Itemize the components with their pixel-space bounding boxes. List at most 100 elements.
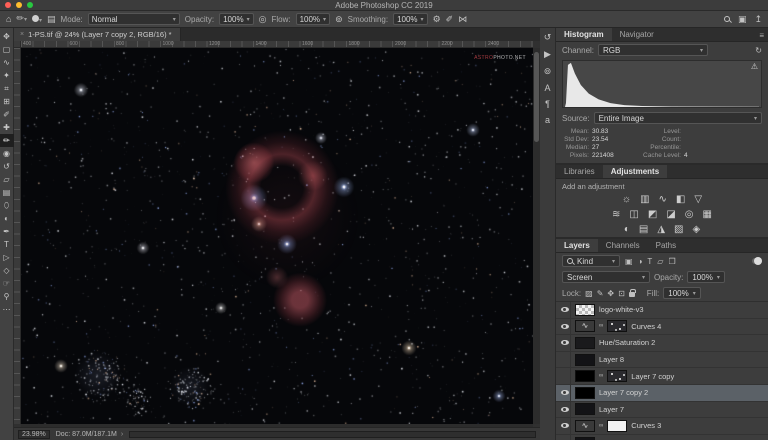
layer-row-layer-8[interactable]: Layer 8 bbox=[556, 351, 768, 369]
quick-selection-tool[interactable]: ✦ bbox=[0, 69, 14, 82]
filtering-toggle[interactable] bbox=[752, 257, 762, 265]
visibility-toggle[interactable] bbox=[559, 351, 571, 368]
layer-row-layer-7-copy-2[interactable]: Layer 7 copy 2 bbox=[556, 384, 768, 402]
layer-thumbnail[interactable]: ∿ bbox=[575, 320, 595, 333]
document-tab[interactable]: × 1-PS.tif @ 24% (Layer 7 copy 2, RGB/16… bbox=[14, 28, 181, 41]
layer-row-curves-4[interactable]: ∿ ∞ Curves 4 bbox=[556, 318, 768, 336]
filter-smart-objects-icon[interactable]: ❒ bbox=[668, 257, 675, 266]
clone-stamp-tool[interactable]: ◉ bbox=[0, 147, 14, 160]
channel-select[interactable]: RGB ▾ bbox=[598, 44, 709, 56]
crop-tool[interactable]: ⌗ bbox=[0, 82, 14, 95]
visibility-toggle[interactable] bbox=[559, 335, 571, 351]
tab-navigator[interactable]: Navigator bbox=[612, 28, 662, 41]
brush-tool-preset-icon[interactable]: ✏▾ bbox=[16, 13, 27, 25]
paragraph-panel-icon[interactable]: ¶ bbox=[545, 99, 550, 109]
layers-opacity-field[interactable]: 100% ▾ bbox=[687, 271, 725, 283]
mask-link-icon[interactable]: ∞ bbox=[599, 323, 603, 329]
adj-hue-saturation[interactable]: ≋ bbox=[612, 209, 620, 220]
adj-black-white[interactable]: ◩ bbox=[648, 209, 657, 220]
status-options-chevron[interactable]: › bbox=[121, 431, 123, 438]
visibility-toggle[interactable] bbox=[559, 418, 571, 434]
smoothing-options-gear-icon[interactable]: ⚙ bbox=[433, 14, 441, 24]
search-icon[interactable] bbox=[723, 16, 730, 22]
brush-tool[interactable]: ✏ bbox=[0, 134, 14, 147]
tab-layers[interactable]: Layers bbox=[556, 239, 598, 252]
actions-panel-icon[interactable]: ▶ bbox=[544, 49, 551, 60]
visibility-toggle[interactable] bbox=[559, 401, 571, 418]
layer-mask-thumbnail[interactable] bbox=[607, 320, 628, 333]
path-selection-tool[interactable]: ▷ bbox=[0, 251, 14, 264]
mask-link-icon[interactable]: ∞ bbox=[599, 373, 603, 379]
tab-channels[interactable]: Channels bbox=[598, 239, 648, 252]
layer-mask-thumbnail[interactable] bbox=[607, 419, 628, 432]
filter-pixel-layers-icon[interactable]: ▣ bbox=[625, 257, 633, 266]
adj-selective-color[interactable]: ◈ bbox=[692, 224, 700, 235]
visibility-toggle[interactable] bbox=[559, 384, 571, 401]
eyedropper-tool[interactable]: ✐ bbox=[0, 108, 14, 121]
paint-symmetry-icon[interactable]: ⋈ bbox=[458, 14, 467, 24]
smoothing-select[interactable]: 100% ▾ bbox=[393, 13, 428, 25]
layer-row-hue-saturation-2[interactable]: Hue/Saturation 2 bbox=[556, 335, 768, 352]
history-brush-tool[interactable]: ↺ bbox=[0, 160, 14, 173]
layer-row-layer-6[interactable]: Layer 6 bbox=[556, 434, 768, 440]
zoom-tool[interactable]: ⚲ bbox=[0, 290, 14, 303]
layer-row-layer-7-copy[interactable]: ∞ Layer 7 copy bbox=[556, 368, 768, 385]
mode-select[interactable]: Normal ▾ bbox=[87, 13, 180, 25]
adj-vibrance[interactable]: ▽ bbox=[694, 194, 702, 205]
adj-color-lookup[interactable]: ▦ bbox=[703, 209, 712, 220]
layer-thumbnail[interactable] bbox=[575, 386, 595, 399]
layer-thumbnail[interactable] bbox=[575, 353, 595, 366]
pen-tool[interactable]: ✒ bbox=[0, 225, 14, 238]
edit-toolbar[interactable]: ⋯ bbox=[0, 303, 14, 316]
blur-tool[interactable]: ⬯ bbox=[0, 199, 14, 212]
layer-thumbnail[interactable]: ∿ bbox=[575, 419, 595, 432]
filter-kind-select[interactable]: Kind ▾ bbox=[562, 255, 620, 267]
lock-all-icon[interactable] bbox=[628, 289, 636, 297]
dodge-tool[interactable]: ◐ bbox=[0, 212, 14, 225]
type-tool[interactable]: T bbox=[0, 238, 14, 251]
layer-row-layer-7[interactable]: Layer 7 bbox=[556, 401, 768, 419]
filter-shape-layers-icon[interactable]: ▱ bbox=[657, 257, 663, 266]
brush-settings-panel-icon[interactable]: ▤ bbox=[47, 14, 56, 24]
layer-thumbnail[interactable] bbox=[575, 403, 595, 416]
marquee-tool[interactable]: ▢ bbox=[0, 43, 14, 56]
glyphs-panel-icon[interactable]: a bbox=[545, 115, 550, 125]
adj-invert[interactable]: ◐ bbox=[624, 224, 630, 235]
zoom-level-field[interactable]: 23.98% bbox=[18, 429, 50, 439]
lock-move-icon[interactable]: ✥ bbox=[607, 289, 614, 298]
tab-histogram[interactable]: Histogram bbox=[556, 28, 612, 41]
filter-adjustment-layers-icon[interactable]: ◑ bbox=[638, 257, 643, 266]
visibility-toggle[interactable] bbox=[559, 318, 571, 335]
lock-paint-icon[interactable]: ✎ bbox=[597, 289, 604, 298]
refresh-histogram-icon[interactable]: ↻ bbox=[755, 46, 762, 55]
source-select[interactable]: Entire Image ▾ bbox=[593, 112, 762, 124]
hand-tool[interactable]: ☞ bbox=[0, 277, 14, 290]
filter-type-layers-icon[interactable]: T bbox=[647, 257, 652, 266]
tab-paths[interactable]: Paths bbox=[648, 239, 684, 252]
airbrush-icon[interactable]: ⊚ bbox=[335, 14, 343, 24]
character-panel-icon[interactable]: A bbox=[544, 83, 550, 93]
shape-tool[interactable]: ◇ bbox=[0, 264, 14, 277]
close-tab-icon[interactable]: × bbox=[20, 31, 24, 38]
adj-threshold[interactable]: ◮ bbox=[657, 224, 665, 235]
adj-curves[interactable]: ∿ bbox=[659, 194, 667, 205]
lock-artboard-icon[interactable]: ⊡ bbox=[618, 289, 625, 298]
pressure-size-icon[interactable]: ✐ bbox=[446, 14, 454, 24]
pressure-opacity-icon[interactable]: ◎ bbox=[259, 14, 267, 24]
layer-thumbnail[interactable] bbox=[575, 336, 595, 349]
frame-tool[interactable]: ⊞ bbox=[0, 95, 14, 108]
fill-field[interactable]: 100% ▾ bbox=[663, 287, 701, 299]
brush-size-preview[interactable]: ▾ bbox=[32, 14, 42, 24]
image-canvas[interactable]: ASTROPHOTO.NET bbox=[21, 48, 533, 424]
lasso-tool[interactable]: ∿ bbox=[0, 56, 14, 69]
layer-row-curves-3[interactable]: ∿ ∞ Curves 3 bbox=[556, 418, 768, 435]
visibility-toggle[interactable] bbox=[559, 434, 571, 440]
opacity-select[interactable]: 100% ▾ bbox=[219, 13, 254, 25]
layer-thumbnail[interactable] bbox=[575, 436, 595, 440]
share-image-icon[interactable]: ↥ bbox=[754, 14, 762, 24]
adj-gradient-map[interactable]: ▨ bbox=[674, 224, 683, 235]
visibility-toggle[interactable] bbox=[559, 368, 571, 384]
layer-mask-thumbnail[interactable] bbox=[607, 370, 628, 383]
mask-link-icon[interactable]: ∞ bbox=[599, 423, 603, 429]
adj-photo-filter[interactable]: ◪ bbox=[666, 209, 675, 220]
